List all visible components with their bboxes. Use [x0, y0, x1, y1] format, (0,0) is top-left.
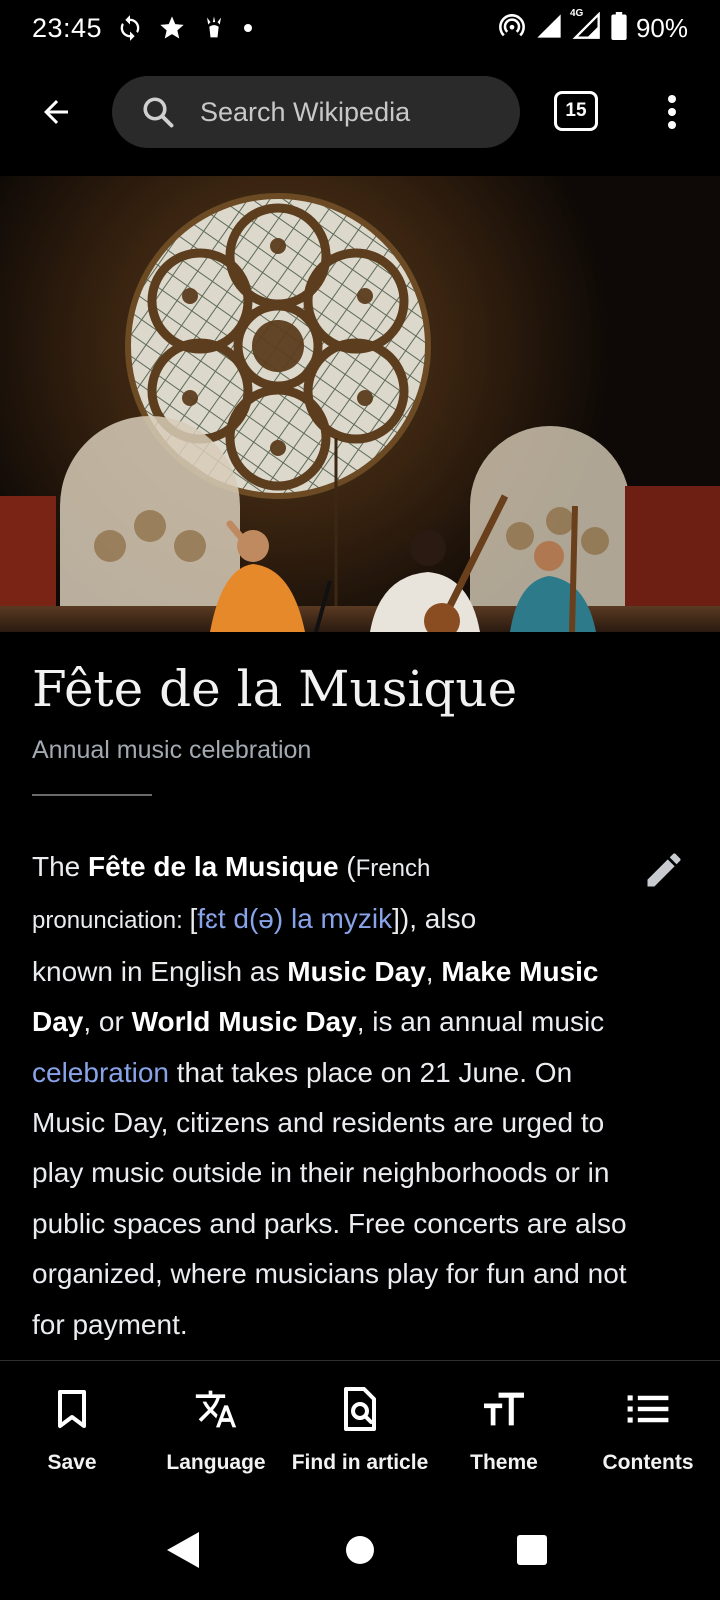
battery-icon [610, 11, 628, 45]
body-line: pronunciation: [fɛt d(ə) la myzik]), als… [32, 894, 692, 946]
body-line: Day, or World Music Day, is an annual mu… [32, 997, 692, 1047]
title-divider [32, 794, 152, 796]
language-button[interactable]: Language [144, 1361, 288, 1495]
body-text: play music outside in their neighborhood… [32, 1157, 610, 1189]
article-description: Annual music celebration [32, 736, 312, 764]
tab-count: 15 [565, 100, 587, 121]
app-notification-icon [200, 14, 228, 42]
status-right: 4G 90% [498, 8, 688, 45]
nav-recents-button[interactable] [512, 1530, 552, 1570]
bookmark-icon [58, 1390, 86, 1428]
more-options-icon[interactable] [652, 90, 692, 134]
body-line: for payment. [32, 1300, 692, 1350]
find-in-page-icon [344, 1387, 376, 1431]
sync-icon [116, 14, 144, 42]
search-placeholder: Search Wikipedia [200, 96, 411, 127]
contents-label: Contents [602, 1451, 694, 1474]
network-type: 4G [569, 7, 584, 19]
text-size-icon [484, 1392, 524, 1426]
article-link[interactable]: celebration [32, 1057, 169, 1088]
find-in-article-button[interactable]: Find in article [288, 1361, 432, 1495]
status-time: 23:45 [32, 12, 103, 43]
nav-back-button[interactable] [164, 1530, 204, 1570]
body-text: , or [83, 1006, 132, 1038]
status-bar: 23:45 4G 90% [0, 0, 720, 56]
body-text: The [32, 851, 89, 882]
tabs-button[interactable]: 15 [554, 91, 598, 131]
arrow-back-icon [44, 100, 68, 124]
lead-paragraph: The Fête de la Musique (French pronunciat… [32, 842, 692, 1350]
body-line: play music outside in their neighborhood… [32, 1148, 692, 1198]
theme-label: Theme [470, 1451, 538, 1474]
save-label: Save [47, 1451, 97, 1474]
body-line: Music Day, citizens and residents are ur… [32, 1098, 692, 1148]
body-text: that takes place on 21 June. On [168, 1056, 573, 1088]
nav-home-icon [346, 1536, 374, 1564]
nav-back-icon [167, 1532, 199, 1568]
list-icon [627, 1395, 669, 1423]
bold-term: Make Music [441, 955, 599, 987]
bold-term: Music Day [287, 955, 426, 987]
body-text: known in English as [32, 955, 288, 987]
article-title: Fête de la Musique [32, 660, 518, 718]
star-icon [158, 14, 186, 42]
article-link[interactable]: fɛt d(ə) la myzik [197, 903, 392, 934]
body-line: organized, where musicians play for fun … [32, 1249, 692, 1299]
body-line: known in English as Music Day, Make Musi… [32, 947, 692, 997]
find-in-article-label: Find in article [291, 1451, 429, 1474]
body-text: pronunciation: [32, 907, 190, 935]
lead-image[interactable] [0, 176, 720, 632]
battery-percent: 90% [635, 12, 688, 43]
signal-4g-icon: 4G [570, 8, 602, 45]
body-text: public spaces and parks. Free concerts a… [32, 1207, 627, 1239]
body-line: The Fête de la Musique (French [32, 842, 692, 894]
body-text: for payment. [32, 1308, 188, 1340]
dot-icon [242, 22, 254, 34]
system-navigation-bar [0, 1494, 720, 1600]
language-label: Language [166, 1451, 266, 1474]
save-button[interactable]: Save [0, 1361, 144, 1495]
search-input[interactable]: Search Wikipedia [112, 76, 520, 148]
search-icon [143, 97, 174, 128]
top-app-bar: Search Wikipedia 15 [0, 76, 720, 148]
nav-home-button[interactable] [340, 1530, 380, 1570]
article-body: The Fête de la Musique (French pronunciat… [32, 842, 692, 1350]
contents-button[interactable]: Contents [576, 1361, 720, 1495]
body-text: Music Day, citizens and residents are ur… [32, 1107, 605, 1139]
bold-term: Fête de la Musique [88, 851, 339, 882]
translate-icon [195, 1390, 237, 1428]
bold-term: Day [32, 1006, 84, 1038]
body-line: public spaces and parks. Free concerts a… [32, 1199, 692, 1249]
body-text: , is an annual music [356, 1006, 605, 1038]
status-left: 23:45 [32, 13, 254, 44]
article-toolbar: Save Language Find in article Theme Cont… [0, 1360, 720, 1494]
body-text: ]), also [392, 903, 477, 935]
body-line: celebration that takes place on 21 June.… [32, 1048, 692, 1098]
body-text: , [425, 955, 442, 987]
back-button[interactable] [28, 88, 84, 136]
body-text: ( [338, 851, 356, 882]
body-text: French [355, 855, 431, 882]
bold-term: World Music Day [131, 1006, 357, 1038]
signal-icon [534, 12, 564, 45]
lead-image-artwork [0, 176, 720, 632]
theme-button[interactable]: Theme [432, 1361, 576, 1495]
body-text: organized, where musicians play for fun … [32, 1258, 627, 1290]
nav-recents-icon [517, 1535, 547, 1565]
hotspot-icon [498, 12, 526, 45]
